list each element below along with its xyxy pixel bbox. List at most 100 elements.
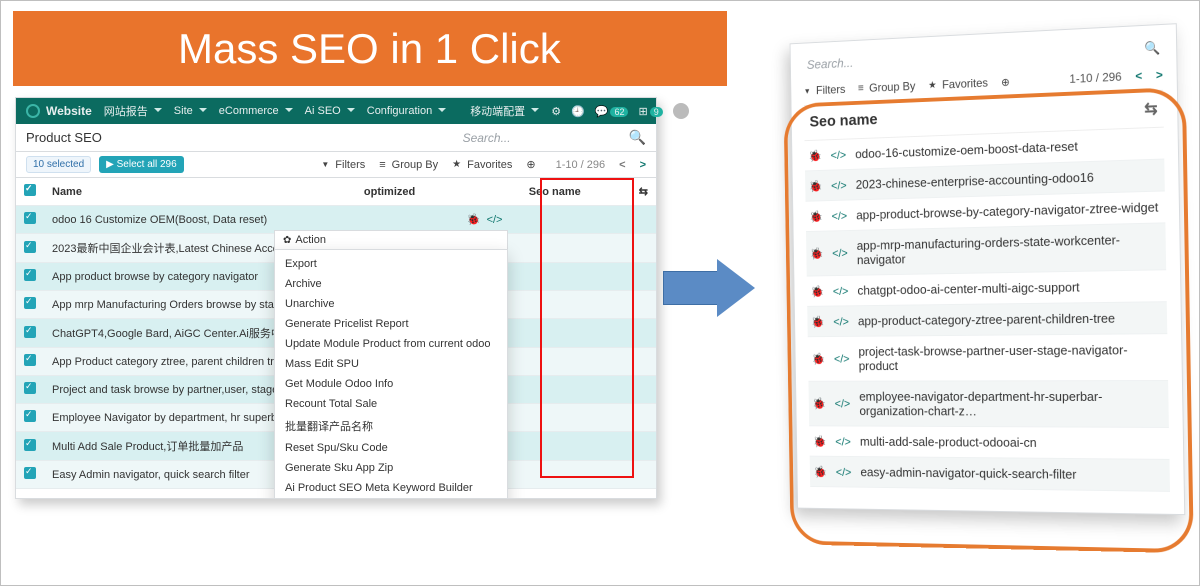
action-menu-item[interactable]: Mass Edit SPU — [275, 354, 507, 374]
result-search-input[interactable] — [805, 49, 969, 73]
odoo-window: Website 网站报告 Site eCommerce Ai SEO Confi… — [15, 97, 657, 499]
action-label: Action — [295, 234, 326, 246]
bug-icon: 🐞 — [809, 209, 823, 223]
action-menu-item[interactable]: Generate Pricelist Report — [275, 314, 507, 334]
select-all-button[interactable]: ▶ Select all 296 — [99, 156, 184, 173]
row-checkbox[interactable] — [24, 241, 36, 253]
result-header[interactable]: Seo name — [809, 112, 877, 132]
result-row[interactable]: 🐞</>app-product-category-ztree-parent-ch… — [807, 302, 1167, 337]
row-seo — [521, 319, 631, 348]
result-row[interactable]: 🐞</>chatgpt-odoo-ai-center-multi-aigc-su… — [807, 270, 1167, 307]
code-icon: </> — [830, 148, 846, 162]
code-icon: </> — [835, 397, 851, 410]
messages-icon[interactable]: 💬62 — [595, 105, 629, 118]
code-icon[interactable]: </> — [487, 214, 503, 226]
result-pager: 1-10 / 296 — [1069, 70, 1121, 86]
row-seo — [521, 291, 631, 319]
result-adjust-icon[interactable]: ⇆ — [1144, 99, 1158, 119]
bug-icon: 🐞 — [812, 352, 826, 365]
result-prev-icon[interactable]: < — [1135, 69, 1142, 83]
row-checkbox[interactable] — [24, 297, 36, 309]
result-panel-wrap: 🔍 Filters Group By Favorites 1-10 / 296 … — [790, 23, 1186, 515]
menu-site[interactable]: Site — [174, 105, 207, 117]
action-menu-item[interactable]: Generate Sku App Zip — [275, 458, 507, 478]
filters-button[interactable]: Filters — [321, 159, 365, 171]
activity-badge: 9 — [650, 107, 663, 117]
result-row[interactable]: 🐞 </> easy-admin-navigator-quick-search-fi… — [810, 457, 1170, 492]
breadcrumb-bar: Product SEO 🔍 — [16, 124, 656, 152]
col-optimized[interactable]: optimized — [356, 178, 456, 206]
result-search-icon[interactable]: 🔍 — [1144, 40, 1160, 57]
result-groupby[interactable]: Group By — [858, 79, 916, 95]
row-checkbox[interactable] — [24, 467, 36, 479]
pager-next-icon[interactable]: > — [640, 159, 646, 171]
columns-adjust-icon[interactable]: ⇆ — [631, 178, 656, 206]
action-menu-item[interactable]: 批量翻译产品名称 — [275, 414, 507, 438]
code-icon: </> — [831, 209, 847, 223]
groupby-button[interactable]: Group By — [379, 159, 438, 171]
result-expand-icon[interactable] — [1001, 75, 1010, 88]
search-input[interactable] — [461, 130, 621, 146]
row-seo — [521, 234, 631, 263]
code-icon: </> — [836, 465, 852, 479]
result-row[interactable]: 🐞</>project-task-browse-partner-user-sta… — [808, 334, 1168, 382]
settings-icon[interactable]: ⚙ — [551, 105, 561, 118]
menu-ecommerce[interactable]: eCommerce — [219, 105, 293, 117]
code-icon: </> — [831, 178, 847, 192]
row-checkbox[interactable] — [24, 354, 36, 366]
result-text: app-product-browse-by-category-navigator… — [856, 200, 1158, 223]
menu-mobile[interactable]: 移动端配置 — [470, 103, 539, 119]
row-seo — [521, 263, 631, 291]
result-row[interactable]: 🐞</>app-mrp-manufacturing-orders-state-w… — [806, 223, 1166, 276]
pager-prev-icon[interactable]: < — [619, 159, 625, 171]
action-menu-item[interactable]: Ai Product SEO Meta Keyword Builder — [275, 478, 507, 498]
activity-icon[interactable]: ⊞9 — [638, 105, 662, 118]
page-title: Product SEO — [26, 130, 102, 145]
action-menu-item[interactable]: Reset Spu/Sku Code — [275, 438, 507, 458]
menu-ai-seo[interactable]: Ai SEO — [305, 105, 355, 117]
header-checkbox[interactable] — [24, 184, 36, 196]
row-checkbox[interactable] — [24, 212, 36, 224]
result-text: app-product-category-ztree-parent-childr… — [858, 311, 1115, 328]
result-next-icon[interactable]: > — [1156, 68, 1163, 82]
row-checkbox[interactable] — [24, 326, 36, 338]
action-menu-item[interactable]: Update Module Product from current odoo — [275, 334, 507, 354]
action-menu-item[interactable]: Get Module Odoo Info — [275, 374, 507, 394]
search-icon[interactable]: 🔍 — [629, 129, 646, 146]
result-text: easy-admin-navigator-quick-search-filter — [860, 465, 1076, 482]
bug-icon: 🐞 — [813, 465, 827, 478]
result-filters[interactable]: Filters — [804, 82, 846, 97]
code-icon: </> — [833, 314, 849, 327]
action-menu-item[interactable]: Export — [275, 254, 507, 274]
row-checkbox[interactable] — [24, 410, 36, 422]
brand[interactable]: Website — [26, 104, 92, 118]
action-button[interactable]: Action — [274, 230, 508, 249]
action-menu-item[interactable]: Recount Total Sale — [275, 394, 507, 414]
menu-configuration[interactable]: Configuration — [367, 105, 446, 117]
action-menu-item[interactable]: Unarchive — [275, 294, 507, 314]
result-row[interactable]: 🐞</>multi-add-sale-product-odooai-cn — [809, 426, 1169, 460]
toolbar: 10 selected ▶ Select all 296 Filters Gro… — [16, 152, 656, 178]
result-row[interactable]: 🐞</>employee-navigator-department-hr-sup… — [808, 381, 1168, 428]
favorites-button[interactable]: Favorites — [452, 159, 512, 171]
menu-reports[interactable]: 网站报告 — [104, 103, 162, 119]
bug-icon: 🐞 — [808, 149, 822, 163]
expand-search-icon[interactable] — [526, 158, 535, 171]
result-text: 2023-chinese-enterprise-accounting-odoo1… — [856, 170, 1094, 192]
code-icon: </> — [833, 284, 849, 298]
clock-icon[interactable]: 🕘 — [571, 105, 585, 118]
row-checkbox[interactable] — [24, 382, 36, 394]
row-checkbox[interactable] — [24, 439, 36, 451]
result-text: project-task-browse-partner-user-stage-n… — [858, 342, 1164, 373]
app-name: Website — [46, 104, 92, 118]
result-text: chatgpt-odoo-ai-center-multi-aigc-suppor… — [857, 280, 1079, 298]
action-menu-item[interactable]: Archive — [275, 274, 507, 294]
row-checkbox[interactable] — [24, 269, 36, 281]
col-seo-name[interactable]: Seo name — [521, 178, 631, 206]
col-name[interactable]: Name — [44, 178, 356, 206]
bug-icon[interactable]: 🐞 — [467, 213, 481, 226]
result-favorites[interactable]: Favorites — [928, 76, 988, 92]
code-icon: </> — [832, 246, 848, 260]
row-seo — [521, 348, 631, 376]
avatar[interactable] — [673, 103, 689, 119]
